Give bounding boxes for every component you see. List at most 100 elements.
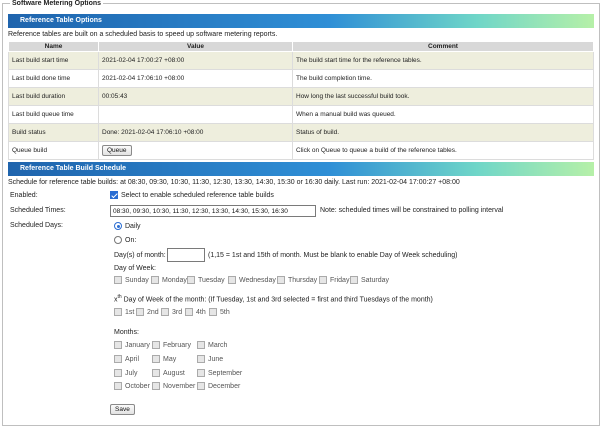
enabled-checkbox-label: Select to enable scheduled reference tab… <box>121 191 274 199</box>
month-checkbox[interactable] <box>152 369 160 377</box>
weekday-friday: Friday <box>319 276 349 284</box>
days-of-month-input[interactable] <box>167 248 205 262</box>
daily-option: Daily <box>114 222 141 230</box>
month-january: January <box>114 341 150 349</box>
month-july: July <box>114 369 137 377</box>
weekday-checkbox[interactable] <box>187 276 195 284</box>
weekday-checkbox[interactable] <box>277 276 285 284</box>
ordinal-4th: 4th <box>185 308 206 316</box>
row-comment: Click on Queue to queue a build of the r… <box>292 141 594 160</box>
enabled-label: Enabled: <box>10 192 38 199</box>
row-name: Last build done time <box>8 69 99 88</box>
table-row: Last build duration 00:05:43 How long th… <box>8 87 594 106</box>
fieldset-legend: Software Metering Options <box>10 0 104 7</box>
month-checkbox[interactable] <box>114 382 122 390</box>
weekday-tuesday: Tuesday <box>187 276 225 284</box>
month-november: November <box>152 382 195 390</box>
weekday-checkbox[interactable] <box>114 276 122 284</box>
weekday-checkbox[interactable] <box>228 276 236 284</box>
schedule-section-header: Reference Table Build Schedule <box>8 162 594 176</box>
row-value: 2021-02-04 17:00:27 +08:00 <box>98 51 293 70</box>
row-name: Build status <box>8 123 99 142</box>
row-name: Last build queue time <box>8 105 99 124</box>
row-name: Last build duration <box>8 87 99 106</box>
scheduled-times-input[interactable] <box>110 205 316 217</box>
month-checkbox[interactable] <box>114 341 122 349</box>
table-row: Last build done time 2021-02-04 17:06:10… <box>8 69 594 88</box>
row-value: Done: 2021-02-04 17:06:10 +08:00 <box>98 123 293 142</box>
on-radio[interactable] <box>114 236 122 244</box>
reference-table: Name Value Comment Last build start time… <box>8 41 594 160</box>
table-row: Last build queue time When a manual buil… <box>8 105 594 124</box>
month-september: September <box>197 369 242 377</box>
row-value: 2021-02-04 17:06:10 +08:00 <box>98 69 293 88</box>
month-checkbox[interactable] <box>114 369 122 377</box>
queue-button[interactable]: Queue <box>102 145 132 156</box>
row-value <box>98 105 293 124</box>
month-june: June <box>197 355 223 363</box>
column-header-value: Value <box>98 41 293 52</box>
ordinal-5th: 5th <box>209 308 230 316</box>
table-row: Build status Done: 2021-02-04 17:06:10 +… <box>8 123 594 142</box>
month-checkbox[interactable] <box>114 355 122 363</box>
month-checkbox[interactable] <box>152 341 160 349</box>
weekday-checkbox[interactable] <box>319 276 327 284</box>
row-name: Last build start time <box>8 51 99 70</box>
ordinal-checkbox[interactable] <box>161 308 169 316</box>
ordinal-checkbox[interactable] <box>136 308 144 316</box>
row-comment: Status of build. <box>292 123 594 142</box>
ordinal-checkbox[interactable] <box>209 308 217 316</box>
weekday-sunday: Sunday <box>114 276 149 284</box>
row-name: Queue build <box>8 141 99 160</box>
ordinal-3rd: 3rd <box>161 308 182 316</box>
month-october: October <box>114 382 150 390</box>
month-checkbox[interactable] <box>197 341 205 349</box>
month-march: March <box>197 341 227 349</box>
ordinal-checkbox[interactable] <box>185 308 193 316</box>
weekday-saturday: Saturday <box>350 276 389 284</box>
weekday-monday: Monday <box>151 276 187 284</box>
column-header-name: Name <box>8 41 99 52</box>
daily-label: Daily <box>125 222 141 230</box>
enabled-checkbox[interactable] <box>110 191 118 199</box>
month-february: February <box>152 341 191 349</box>
month-checkbox[interactable] <box>197 369 205 377</box>
days-of-month-label: Day(s) of month: <box>114 252 166 259</box>
options-section-header: Reference Table Options <box>8 14 594 28</box>
options-description: Reference tables are built on a schedule… <box>8 31 278 38</box>
weekday-checkbox[interactable] <box>151 276 159 284</box>
row-comment: When a manual build was queued. <box>292 105 594 124</box>
months-label: Months: <box>114 329 139 336</box>
ordinal-checkbox[interactable] <box>114 308 122 316</box>
enabled-option: Select to enable scheduled reference tab… <box>110 191 274 199</box>
daily-radio[interactable] <box>114 222 122 230</box>
on-option: On: <box>114 236 136 244</box>
row-value: 00:05:43 <box>98 87 293 106</box>
month-checkbox[interactable] <box>197 355 205 363</box>
ordinal-1st: 1st <box>114 308 134 316</box>
weekday-wednesday: Wednesday <box>228 276 276 284</box>
scheduled-days-label: Scheduled Days: <box>10 222 63 229</box>
weekday-thursday: Thursday <box>277 276 317 284</box>
month-checkbox[interactable] <box>152 382 160 390</box>
day-of-week-label: Day of Week: <box>114 265 156 272</box>
month-may: May <box>152 355 176 363</box>
month-checkbox[interactable] <box>197 382 205 390</box>
row-value: Queue <box>98 141 293 160</box>
on-label: On: <box>125 236 137 244</box>
xth-day-label: xth Day of Week of the month: (If Tuesda… <box>114 294 433 304</box>
column-header-comment: Comment <box>292 41 594 52</box>
month-december: December <box>197 382 240 390</box>
days-of-month-hint: (1,15 = 1st and 15th of month. Must be b… <box>208 252 458 259</box>
month-april: April <box>114 355 139 363</box>
table-row: Last build start time 2021-02-04 17:00:2… <box>8 51 594 70</box>
ordinal-2nd: 2nd <box>136 308 159 316</box>
schedule-description: Schedule for reference table builds: at … <box>8 179 460 186</box>
month-checkbox[interactable] <box>152 355 160 363</box>
scheduled-times-label: Scheduled Times: <box>10 207 66 214</box>
table-row: Queue build Queue Click on Queue to queu… <box>8 141 594 160</box>
row-comment: The build start time for the reference t… <box>292 51 594 70</box>
save-button[interactable]: Save <box>110 404 135 415</box>
scheduled-times-note: Note: scheduled times will be constraine… <box>320 207 504 214</box>
weekday-checkbox[interactable] <box>350 276 358 284</box>
